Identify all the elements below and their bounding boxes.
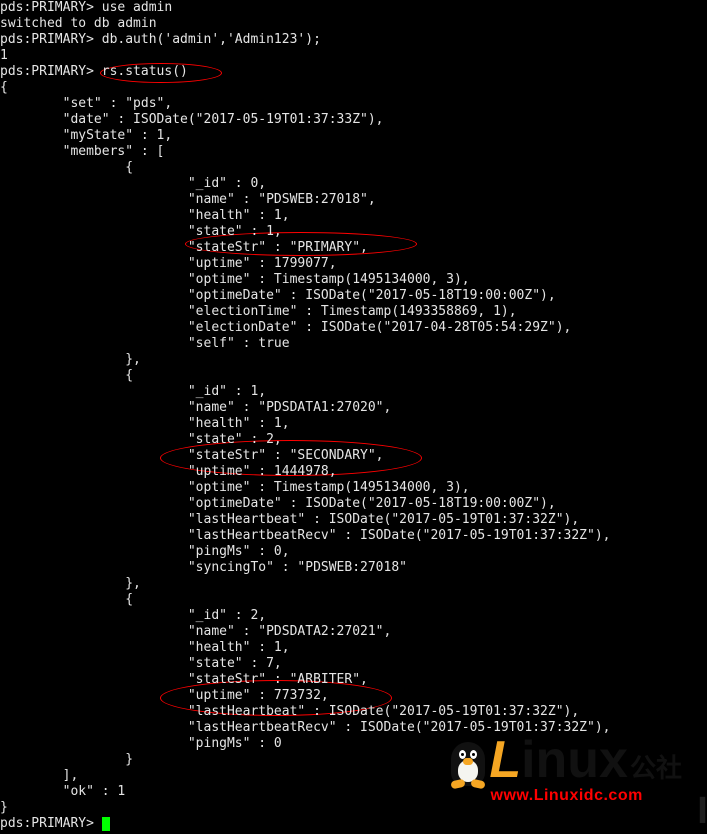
m1-health: "health" : 1, [0,416,290,431]
m2-pingms: "pingMs" : 0 [0,736,282,751]
m0-optimedate: "optimeDate" : ISODate("2017-05-18T19:00… [0,288,556,303]
prompt: pds:PRIMARY> [0,816,94,831]
cursor [102,817,110,831]
m1-optime: "optime" : Timestamp(1495134000, 3), [0,480,470,495]
m0-id: "_id" : 0, [0,176,266,191]
rs-members-open: "members" : [ [0,144,164,159]
rs-mystate: "myState" : 1, [0,128,172,143]
m0-state: "state" : 1, [0,224,282,239]
m1-pingms: "pingMs" : 0, [0,544,290,559]
cmd-auth: db.auth('admin','Admin123'); [102,32,321,47]
m0-name: "name" : "PDSWEB:27018", [0,192,376,207]
cmd-rs-status: rs.status() [102,64,188,79]
m2-lasthb: "lastHeartbeat" : ISODate("2017-05-19T01… [0,704,579,719]
m1-lasthb: "lastHeartbeat" : ISODate("2017-05-19T01… [0,512,579,527]
m0-health: "health" : 1, [0,208,290,223]
m0-self: "self" : true [0,336,290,351]
m1-id: "_id" : 1, [0,384,266,399]
logo-letter-l: L [489,731,521,789]
m1-lasthbrecv: "lastHeartbeatRecv" : ISODate("2017-05-1… [0,528,610,543]
rs-date: "date" : ISODate("2017-05-19T01:37:33Z")… [0,112,384,127]
logo-suffix: 公社 [630,753,682,783]
reply-auth: 1 [0,48,8,63]
m1-name: "name" : "PDSDATA1:27020", [0,400,391,415]
m0-statestr: "stateStr" : "PRIMARY", [0,240,368,255]
rs-ok: "ok" : 1 [0,784,125,799]
m2-statestr: "stateStr" : "ARBITER", [0,672,368,687]
m2-state: "state" : 7, [0,656,282,671]
prompt: pds:PRIMARY> [0,64,94,79]
rs-members-close: ], [0,768,78,783]
reply-switched: switched to db admin [0,16,157,31]
terminal-output: pds:PRIMARY> use admin switched to db ad… [0,0,707,832]
m0-close: }, [0,352,141,367]
m1-statestr: "stateStr" : "SECONDARY", [0,448,384,463]
prompt: pds:PRIMARY> [0,32,94,47]
m2-uptime: "uptime" : 773732, [0,688,329,703]
prompt: pds:PRIMARY> [0,0,94,15]
m0-open: { [0,160,133,175]
m1-optimedate: "optimeDate" : ISODate("2017-05-18T19:00… [0,496,556,511]
rs-set: "set" : "pds", [0,96,172,111]
watermark: Linux公社 www.Linuxidc.com [451,738,682,804]
logo-text-inux: inux [521,731,628,789]
m2-open: { [0,592,133,607]
tux-icon [451,742,485,786]
m1-uptime: "uptime" : 1444978, [0,464,337,479]
watermark-url: www.Linuxidc.com [451,788,682,804]
cmd-use-admin: use admin [102,0,172,15]
m1-open: { [0,368,133,383]
m1-syncto: "syncingTo" : "PDSWEB:27018" [0,560,407,575]
m0-optime: "optime" : Timestamp(1495134000, 3), [0,272,470,287]
json-close: } [0,800,8,815]
m0-electiontime: "electionTime" : Timestamp(1493358869, 1… [0,304,517,319]
terminal[interactable]: IT网络 pds:PRIMARY> use admin switched to … [0,0,707,834]
m2-name: "name" : "PDSDATA2:27021", [0,624,391,639]
m1-close: }, [0,576,141,591]
m0-uptime: "uptime" : 1799077, [0,256,337,271]
m2-close: } [0,752,133,767]
json-open: { [0,80,8,95]
m2-health: "health" : 1, [0,640,290,655]
m2-id: "_id" : 2, [0,608,266,623]
m1-state: "state" : 2, [0,432,282,447]
m0-electiondate: "electionDate" : ISODate("2017-04-28T05:… [0,320,571,335]
